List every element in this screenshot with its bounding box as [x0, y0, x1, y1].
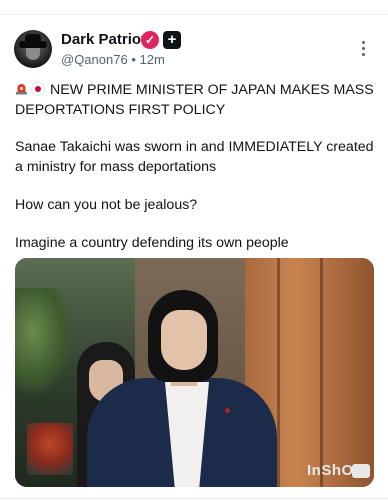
post-paragraph-1: Sanae Takaichi was sworn in and IMMEDIAT… — [15, 139, 374, 175]
post-paragraph-3: Imagine a country defending its own peop… — [15, 235, 289, 251]
verified-badge-icon: ✓ — [141, 31, 159, 49]
japan-flag-icon — [31, 82, 45, 96]
post-paragraph-2: How can you not be jealous? — [15, 197, 198, 213]
siren-icon — [16, 84, 27, 95]
bottom-divider — [0, 498, 388, 499]
post-body: NEW PRIME MINISTER OF JAPAN MAKES MASS D… — [15, 80, 375, 271]
watermark-badge-icon — [352, 464, 370, 478]
woman-face — [161, 310, 207, 370]
inshot-watermark: InShO — [307, 462, 354, 479]
plus-badge-icon: + — [163, 31, 181, 49]
author-display-name[interactable]: Dark Patriot — [61, 31, 146, 48]
top-divider — [0, 14, 388, 15]
plant-leaves — [15, 288, 75, 398]
wood-panel-line — [320, 258, 323, 487]
meta-separator: • — [131, 52, 136, 67]
avatar[interactable] — [14, 30, 52, 68]
avatar-hat-brim — [19, 41, 47, 48]
post-headline: NEW PRIME MINISTER OF JAPAN MAKES MASS D… — [15, 80, 375, 120]
author-meta: @Qanon76 • 12m — [61, 52, 165, 67]
post-headline-text: NEW PRIME MINISTER OF JAPAN MAKES MASS D… — [15, 82, 374, 118]
author-handle[interactable]: @Qanon76 — [61, 52, 128, 67]
more-options-icon[interactable] — [355, 38, 371, 60]
post-header: Dark Patriot ✓ + @Qanon76 • 12m — [0, 22, 388, 80]
channel-logo-sticker — [27, 423, 73, 475]
avatar-face — [26, 48, 40, 60]
lapel-pin — [225, 408, 230, 413]
wood-panel-line — [277, 258, 280, 487]
post-media-video[interactable]: InShO — [15, 258, 374, 487]
post-time[interactable]: 12m — [140, 52, 165, 67]
